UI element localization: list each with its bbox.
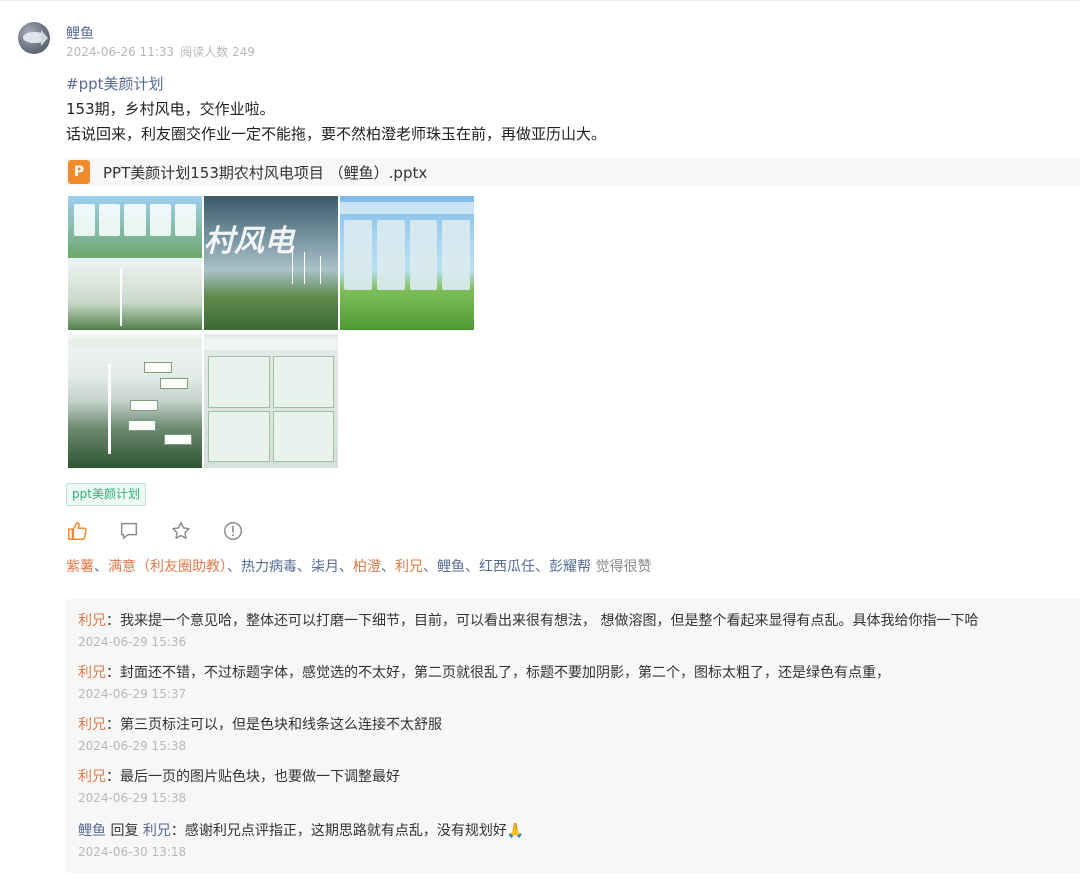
comment-colon: ：	[106, 665, 120, 681]
thumb-label	[130, 400, 158, 411]
comment-time: 2024-06-29 15:37	[78, 687, 187, 701]
comment-icon[interactable]	[118, 520, 140, 542]
image-thumbnail-5[interactable]	[204, 334, 338, 468]
star-icon[interactable]	[170, 520, 192, 542]
like-separator: 、	[227, 559, 241, 575]
comment-text[interactable]: 封面还不错，不过标题字体，感觉选的不太好，第二页就很乱了，标题不要加阴影，第二个…	[120, 665, 890, 681]
author-name[interactable]: 鲤鱼	[66, 23, 94, 43]
comment-text[interactable]: 我来提一个意见哈，整体还可以打磨一下细节，目前，可以看出来很有想法， 想做溶图，…	[120, 613, 978, 629]
like-separator: 、	[535, 559, 549, 575]
comment-text[interactable]: 感谢利兄点评指正，这期思路就有点乱，没有规划好🙏	[185, 823, 524, 839]
like-user[interactable]: 热力病毒	[241, 559, 297, 575]
wind-turbine-shape	[304, 252, 305, 284]
reply-word: 回复	[110, 823, 139, 839]
thumb-lower-slide	[68, 262, 202, 330]
like-separator: 、	[423, 559, 437, 575]
likes-list: 紫薯、满意（利友圈助教）、热力病毒、柒月、柏澄、利兄、鲤鱼、红西瓜任、彭耀帮 觉…	[66, 557, 651, 577]
comment-colon: ：	[106, 769, 120, 785]
like-icon[interactable]	[66, 520, 88, 542]
attachment-file-name: PPT美颜计划153期农村风电项目 （鲤鱼）.pptx	[103, 163, 428, 182]
like-user[interactable]: 柒月	[311, 559, 339, 575]
comment-author[interactable]: 利兄	[78, 665, 106, 681]
like-user[interactable]: 满意（利友圈助教）	[108, 559, 227, 575]
comment-author[interactable]: 利兄	[78, 613, 106, 629]
thumb-cover-title: 村风电	[204, 224, 294, 259]
comment-text[interactable]: 第三页标注可以，但是色块和线条这么连接不太舒服	[120, 717, 442, 733]
thumb-cards	[344, 220, 470, 290]
comment-text[interactable]: 最后一页的图片贴色块，也要做一下调整最好	[120, 769, 400, 785]
read-count: 阅读人数 249	[180, 45, 255, 59]
like-separator: 、	[465, 559, 479, 575]
comment-author[interactable]: 利兄	[78, 717, 106, 733]
comment-colon: ：	[106, 717, 120, 733]
wind-turbine-shape	[292, 246, 293, 284]
comment-colon: ：	[106, 613, 120, 629]
post-line-2: 话说回来，利友圈交作业一定不能拖，要不然柏澄老师珠玉在前，再做亚历山大。	[66, 125, 607, 143]
thumb-icon-row	[74, 204, 197, 236]
wind-turbine-shape	[108, 364, 111, 454]
image-thumbnail-2[interactable]: 村风电	[204, 196, 338, 330]
comment-list: 利兄：我来提一个意见哈，整体还可以打磨一下细节，目前，可以看出来很有想法， 想做…	[66, 599, 1080, 873]
thumb-banner	[340, 202, 474, 214]
comment-item: 利兄：我来提一个意见哈，整体还可以打磨一下细节，目前，可以看出来很有想法， 想做…	[78, 611, 978, 649]
post-line-1: 153期，乡村风电，交作业啦。	[66, 100, 275, 118]
like-separator: 、	[339, 559, 353, 575]
thumb-label	[160, 378, 188, 389]
ppt-file-icon: P	[68, 160, 90, 184]
thumb-grid	[208, 356, 334, 462]
likes-suffix: 觉得很赞	[595, 559, 652, 575]
thumb-label	[128, 420, 156, 431]
image-thumbnail-1[interactable]	[68, 196, 202, 330]
image-thumbnail-4[interactable]	[68, 334, 202, 468]
top-divider	[0, 0, 1080, 1]
comment-item: 利兄：最后一页的图片贴色块，也要做一下调整最好 2024-06-29 15:38	[78, 767, 400, 805]
wind-turbine-shape	[320, 256, 321, 284]
post-date: 2024-06-26 11:33	[66, 45, 175, 59]
comment-time: 2024-06-30 13:18	[78, 845, 187, 859]
comment-time: 2024-06-29 15:36	[78, 635, 187, 649]
topic-tag[interactable]: ppt美颜计划	[66, 483, 146, 506]
comment-author[interactable]: 利兄	[78, 769, 106, 785]
like-user[interactable]: 彭耀帮	[549, 559, 591, 575]
wind-turbine-shape	[120, 268, 122, 326]
like-user[interactable]: 红西瓜任	[479, 559, 535, 575]
like-user[interactable]: 利兄	[395, 559, 423, 575]
thumb-label	[144, 362, 172, 373]
like-user[interactable]: 紫薯	[66, 559, 94, 575]
attachment-file[interactable]: P PPT美颜计划153期农村风电项目 （鲤鱼）.pptx	[66, 158, 1080, 186]
comment-item: 鲤鱼 回复 利兄：感谢利兄点评指正，这期思路就有点乱，没有规划好🙏 2024-0…	[78, 821, 524, 859]
comment-item: 利兄：封面还不错，不过标题字体，感觉选的不太好，第二页就很乱了，标题不要加阴影，…	[78, 663, 890, 701]
post-hashtag[interactable]: #ppt美颜计划	[66, 72, 606, 97]
comment-item: 利兄：第三页标注可以，但是色块和线条这么连接不太舒服 2024-06-29 15…	[78, 715, 442, 753]
thumb-label	[164, 434, 192, 445]
report-icon[interactable]	[222, 520, 244, 542]
like-user[interactable]: 鲤鱼	[437, 559, 465, 575]
fish-fin	[41, 30, 48, 46]
post-body: #ppt美颜计划 153期，乡村风电，交作业啦。 话说回来，利友圈交作业一定不能…	[66, 72, 606, 147]
like-separator: 、	[381, 559, 395, 575]
reply-target[interactable]: 利兄	[143, 823, 171, 839]
like-separator: 、	[94, 559, 108, 575]
post-meta: 2024-06-26 11:33 阅读人数 249	[66, 43, 255, 60]
author-avatar[interactable]	[18, 22, 50, 54]
like-user[interactable]: 柏澄	[353, 559, 381, 575]
image-thumbnail-3[interactable]	[340, 196, 474, 330]
comment-time: 2024-06-29 15:38	[78, 739, 187, 753]
thumb-header	[68, 338, 202, 348]
comment-time: 2024-06-29 15:38	[78, 791, 187, 805]
comment-colon: ：	[170, 823, 185, 839]
comment-author[interactable]: 鲤鱼	[78, 823, 106, 839]
like-separator: 、	[297, 559, 311, 575]
thumb-header	[204, 338, 338, 350]
